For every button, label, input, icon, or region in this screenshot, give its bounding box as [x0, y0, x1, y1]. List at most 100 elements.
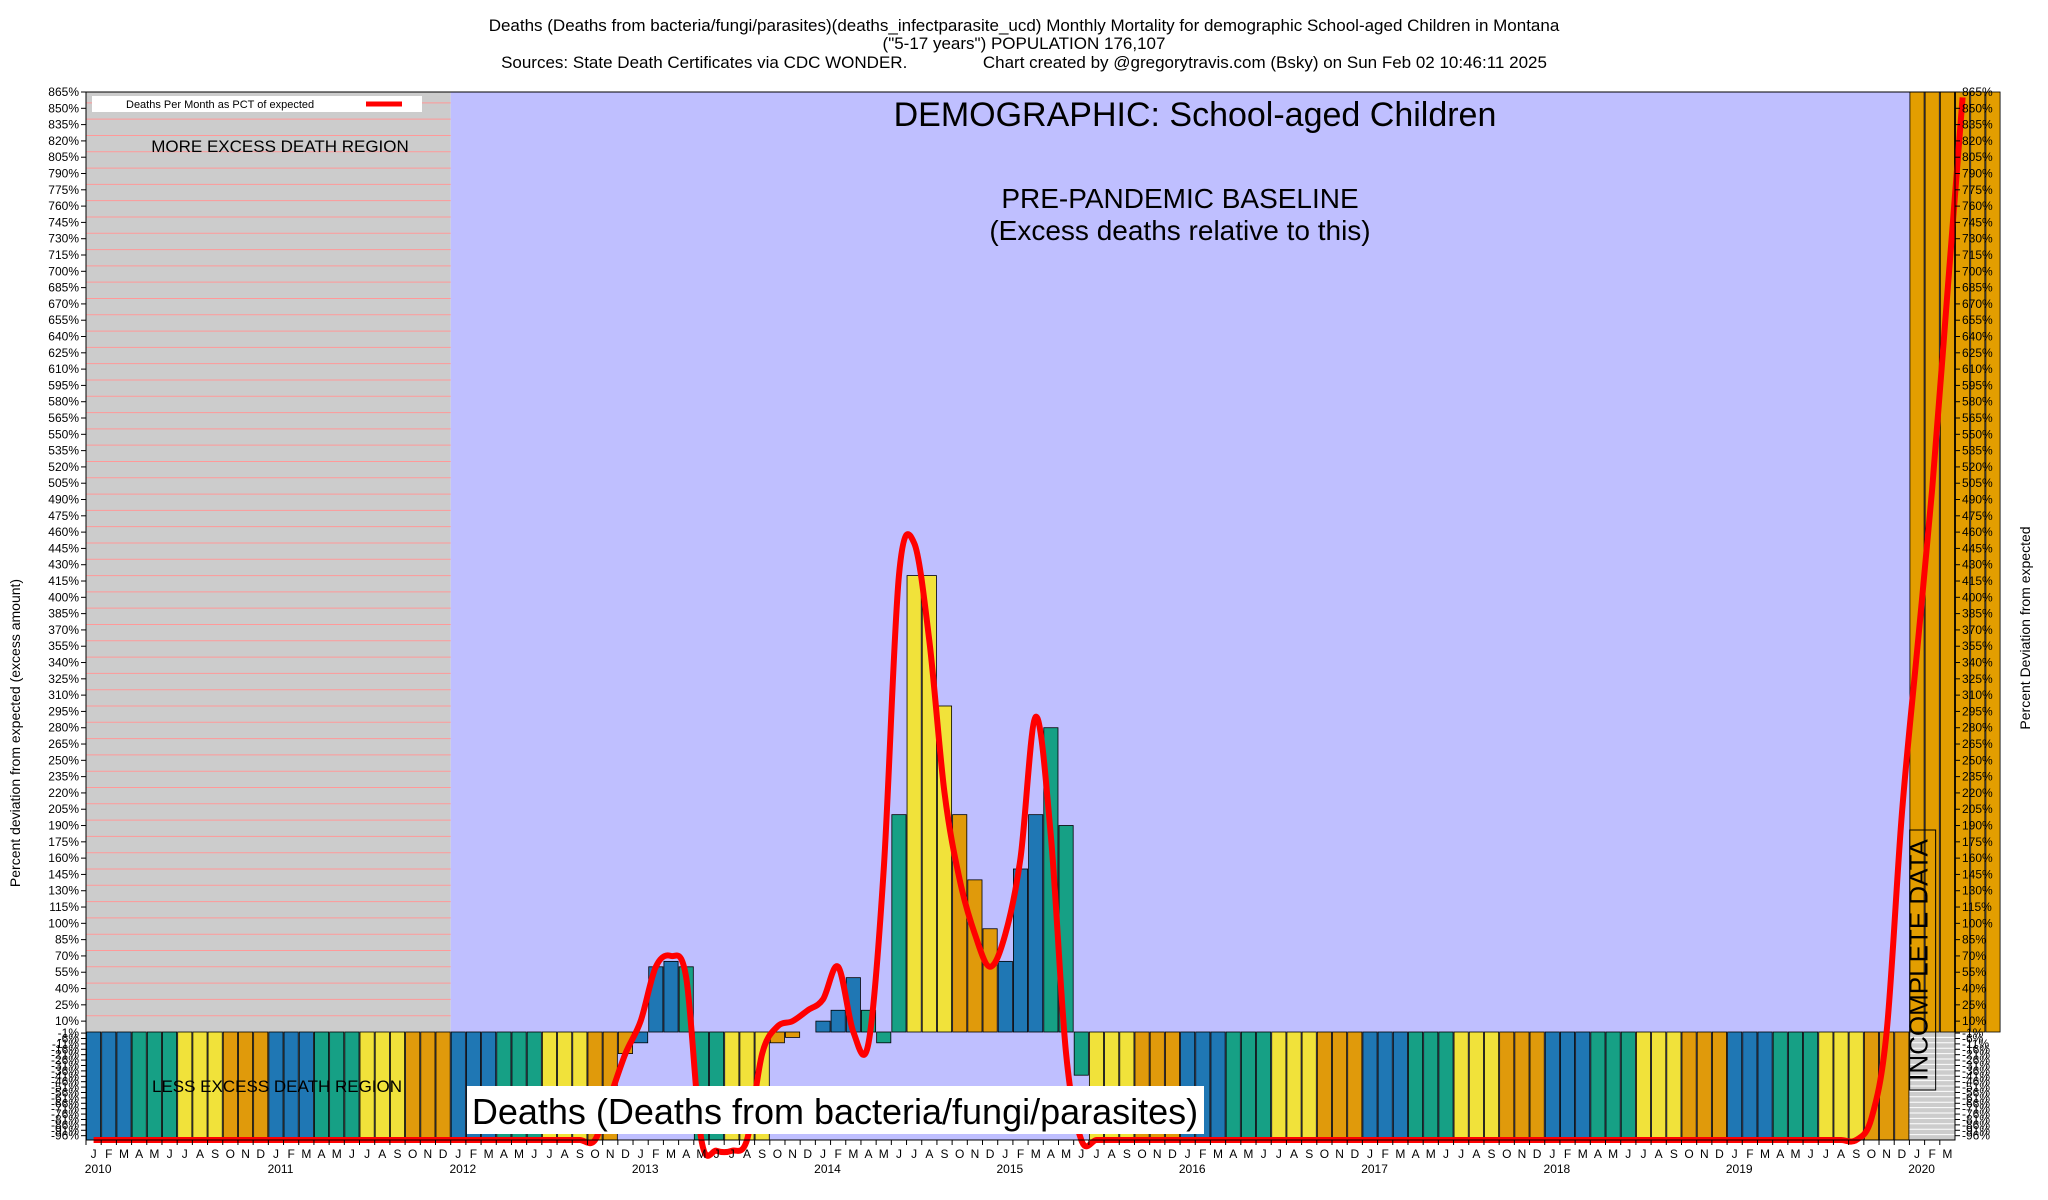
x-tick-label: M [879, 1147, 889, 1161]
x-tick-label: O [955, 1147, 964, 1161]
y-tick-label: 25% [55, 998, 79, 1012]
x-tick-label: N [241, 1147, 250, 1161]
x-tick-label: A [1655, 1147, 1663, 1161]
bar [1742, 1031, 1758, 1141]
x-tick-label: F [1929, 1147, 1936, 1161]
x-tick-label: J [1914, 1147, 1920, 1161]
y-tick-label: 310% [1962, 688, 1993, 702]
y-axis-label-right: Percent Deviation from expected [2017, 526, 2033, 730]
y-tick-label: 460% [1962, 525, 1993, 539]
bar [1362, 1031, 1378, 1141]
x-tick-label: J [1367, 1147, 1373, 1161]
y-tick-label: 325% [1962, 672, 1993, 686]
x-tick-label: F [834, 1147, 841, 1161]
x-tick-label: M [1031, 1147, 1041, 1161]
x-tick-label: D [1897, 1147, 1906, 1161]
y-tick-label: 700% [1962, 264, 1993, 278]
x-tick-label: J [349, 1147, 355, 1161]
x-tick-label: J [729, 1147, 735, 1161]
x-tick-label: F [652, 1147, 659, 1161]
year-label: 2018 [1544, 1162, 1571, 1176]
y-tick-label: 70% [55, 949, 79, 963]
year-label: 2010 [85, 1162, 112, 1176]
y-tick-label: 310% [48, 688, 79, 702]
x-tick-label: M [848, 1147, 858, 1161]
x-tick-label: N [971, 1147, 980, 1161]
x-tick-label: J [364, 1147, 370, 1161]
bar [906, 575, 922, 1033]
x-tick-label: M [301, 1147, 311, 1161]
x-tick-label: S [393, 1147, 401, 1161]
x-tick-label: A [500, 1147, 508, 1161]
bar [982, 928, 998, 1033]
x-tick-label: O [1684, 1147, 1693, 1161]
y-tick-label: 670% [1962, 297, 1993, 311]
x-tick-label: A [1594, 1147, 1602, 1161]
x-tick-label: J [1458, 1147, 1464, 1161]
x-tick-label: F [105, 1147, 112, 1161]
x-tick-label: N [424, 1147, 433, 1161]
bottom-title: Deaths (Deaths from bacteria/fungi/paras… [472, 1091, 1198, 1132]
bar [1636, 1031, 1651, 1141]
y-tick-label: 835% [1962, 118, 1993, 132]
x-tick-label: O [1137, 1147, 1146, 1161]
x-tick-label: D [1350, 1147, 1359, 1161]
y-tick-label: 685% [48, 281, 79, 295]
x-tick-label: J [1078, 1147, 1084, 1161]
legend-label: Deaths Per Month as PCT of expected [126, 99, 314, 111]
y-tick-label: 640% [48, 330, 79, 344]
y-tick-label: 715% [48, 248, 79, 262]
y-tick-label: 505% [1962, 476, 1993, 490]
y-tick-label: 220% [1962, 786, 1993, 800]
y-tick-label: 820% [1962, 134, 1993, 148]
x-tick-label: F [1382, 1147, 1389, 1161]
x-tick-label: A [743, 1147, 751, 1161]
x-tick-label: A [378, 1147, 386, 1161]
y-tick-label: 685% [1962, 281, 1993, 295]
bar [1423, 1031, 1439, 1141]
y-tick-label: 370% [1962, 623, 1993, 637]
year-label: 2011 [268, 1162, 294, 1176]
bar [1560, 1031, 1576, 1141]
x-tick-label: F [1017, 1147, 1024, 1161]
y-tick-label: 700% [48, 264, 79, 278]
y-tick-label: 175% [48, 835, 79, 849]
bar [1848, 1031, 1864, 1141]
y-tick-label: 670% [48, 297, 79, 311]
bar [116, 1031, 132, 1141]
x-tick-label: M [484, 1147, 494, 1161]
y-tick-label: 640% [1962, 330, 1993, 344]
x-tick-label: A [318, 1147, 326, 1161]
y-tick-label: 475% [48, 509, 79, 523]
y-tick-label: 415% [1962, 574, 1993, 588]
x-tick-label: J [1549, 1147, 1555, 1161]
x-tick-label: O [1867, 1147, 1876, 1161]
x-tick-label: A [196, 1147, 204, 1161]
y-axis-label-left: Percent deviation from expected (excess … [7, 578, 23, 888]
x-tick-label: A [1412, 1147, 1420, 1161]
y-tick-label: 190% [1962, 819, 1993, 833]
x-tick-label: J [896, 1147, 902, 1161]
y-tick-label: 40% [55, 982, 79, 996]
y-tick-label: 550% [1962, 427, 1993, 441]
bar [1757, 1031, 1773, 1141]
bar [420, 1031, 436, 1141]
x-tick-label: S [1123, 1147, 1131, 1161]
y-tick-label: 340% [1962, 656, 1993, 670]
y-tick-label: 865% [1962, 85, 1993, 99]
y-tick-label: 850% [48, 101, 79, 115]
bar [997, 960, 1013, 1033]
bar [1833, 1031, 1849, 1141]
y-tick-label: 325% [48, 672, 79, 686]
y-tick-label: 625% [1962, 346, 1993, 360]
bar [1499, 1031, 1515, 1141]
y-tick-label: 295% [1962, 704, 1993, 718]
bar [1286, 1031, 1302, 1141]
bar [1347, 1031, 1363, 1141]
y-tick-label: 265% [48, 737, 79, 751]
x-tick-label: N [1335, 1147, 1344, 1161]
x-tick-label: F [1564, 1147, 1571, 1161]
y-tick-label: 115% [1962, 900, 1992, 914]
y-tick-label: 760% [48, 199, 79, 213]
x-tick-label: A [1776, 1147, 1784, 1161]
